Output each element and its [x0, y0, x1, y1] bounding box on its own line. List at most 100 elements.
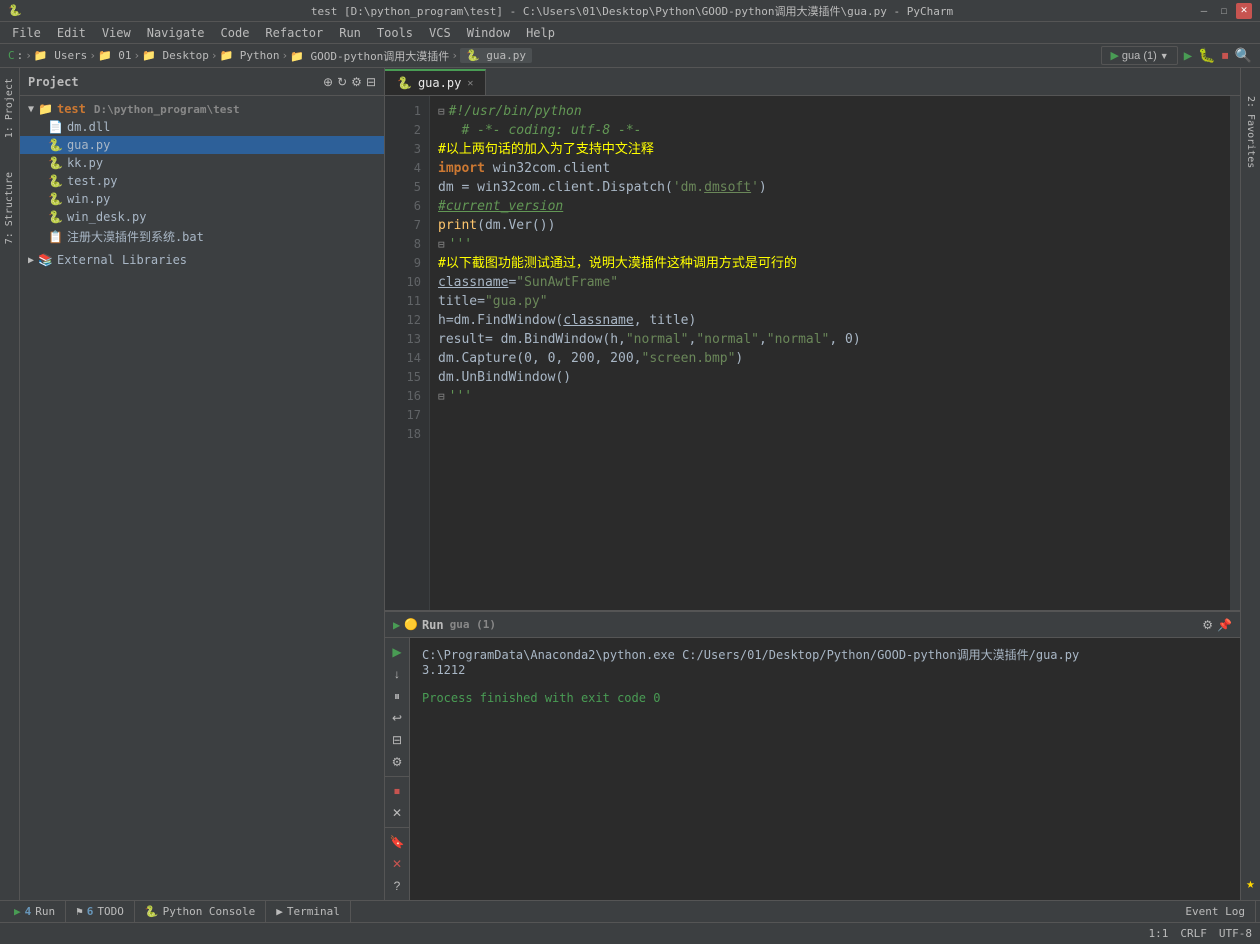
close-panel-btn[interactable]: ✕ [387, 803, 407, 823]
run-again-btn[interactable]: ▶ [387, 642, 407, 662]
code-line-9[interactable]: #以下截图功能测试通过，说明大漠插件这种调用方式是可行的 [438, 254, 1222, 273]
code-line-2[interactable]: # -*- coding: utf-8 -*- [438, 121, 1222, 140]
code-line-1[interactable]: ⊟ #!/usr/bin/python [438, 102, 1222, 121]
bottom-tab-run[interactable]: ▶ 4 Run [4, 901, 66, 923]
code-line-8[interactable]: ⊟ ''' [438, 235, 1222, 254]
code-line-4[interactable]: import win32com.client [438, 159, 1222, 178]
search-button[interactable]: 🔍 [1235, 48, 1252, 64]
close-button[interactable]: ✕ [1236, 3, 1252, 19]
menu-help[interactable]: Help [518, 24, 563, 42]
run-config-selector[interactable]: ▶ gua (1) ▼ [1101, 46, 1177, 65]
code-line-5[interactable]: dm = win32com.client.Dispatch('dm.dmsoft… [438, 178, 1222, 197]
sidebar-add-btn[interactable]: ⊕ [323, 75, 333, 89]
menu-navigate[interactable]: Navigate [139, 24, 213, 42]
sidebar-settings-btn[interactable]: ⚙ [351, 75, 362, 89]
title-icon: 🐍 [8, 4, 22, 17]
bookmark-btn[interactable]: 🔖 [387, 832, 407, 852]
code-line-15[interactable]: dm.UnBindWindow() [438, 368, 1222, 387]
code-line-13[interactable]: result = dm.BindWindow(h, "normal" , "no… [438, 330, 1222, 349]
panel-settings-btn[interactable]: ⚙ [1202, 618, 1213, 632]
line-numbers: 1 2 3 4 5 6 7 8 9 10 11 12 13 14 15 16 1… [385, 96, 430, 610]
tab-structure[interactable]: 7: Structure [1, 166, 18, 250]
code-line-12[interactable]: h =dm.FindWindow( classname , title) [438, 311, 1222, 330]
breadcrumb-01[interactable]: 📁 01 [98, 49, 132, 62]
menu-refactor[interactable]: Refactor [257, 24, 331, 42]
bottom-tab-event-log[interactable]: Event Log [1175, 901, 1256, 923]
minimize-button[interactable]: ─ [1196, 3, 1212, 19]
breadcrumb-good[interactable]: 📁 GOOD-python调用大漠插件 [290, 48, 449, 64]
bottom-tab-terminal[interactable]: ▶ Terminal [266, 901, 351, 923]
tree-external-libs[interactable]: ▶ 📚 External Libraries [20, 251, 384, 269]
status-bar-right: 1:1 CRLF UTF-8 [1149, 927, 1253, 940]
tree-item-bat[interactable]: 📋 注册大漠插件到系统.bat [20, 226, 384, 247]
menu-tools[interactable]: Tools [369, 24, 421, 42]
code-content[interactable]: ⊟ #!/usr/bin/python # -*- coding: utf-8 … [430, 96, 1230, 610]
tab-close-gua[interactable]: ✕ [467, 78, 473, 89]
window-title: test [D:\python_program\test] - C:\Users… [68, 3, 1196, 19]
bottom-tab-python-console[interactable]: 🐍 Python Console [135, 901, 266, 923]
run-button[interactable]: ▶ [1184, 48, 1192, 64]
code-editor: 1 2 3 4 5 6 7 8 9 10 11 12 13 14 15 16 1… [385, 96, 1240, 610]
code-line-17[interactable] [438, 406, 1222, 425]
editor-scrollbar[interactable] [1230, 96, 1240, 610]
breadcrumb-users[interactable]: 📁 Users [34, 49, 87, 62]
breadcrumb-c[interactable]: C: [8, 49, 23, 62]
editor-tab-gua[interactable]: 🐍 gua.py ✕ [385, 69, 486, 95]
menu-file[interactable]: File [4, 24, 49, 42]
code-line-6[interactable]: #current_version [438, 197, 1222, 216]
console-output: C:\ProgramData\Anaconda2\python.exe C:/U… [410, 638, 1240, 900]
sidebar-collapse-btn[interactable]: ⊟ [366, 75, 376, 89]
scroll-down-btn[interactable]: ↓ [387, 664, 407, 684]
code-line-10[interactable]: classname = "SunAwtFrame" [438, 273, 1222, 292]
maximize-button[interactable]: □ [1216, 3, 1232, 19]
bottom-tab-todo[interactable]: ⚑ 6 TODO [66, 901, 135, 923]
tree-item-win-desk-py[interactable]: 🐍 win_desk.py [20, 208, 384, 226]
sidebar-sync-btn[interactable]: ↻ [337, 75, 347, 89]
favorites-tab[interactable]: 2: Favorites [1243, 92, 1258, 172]
stop2-btn[interactable]: ⏹ [387, 781, 407, 801]
panel-tools: ⚙ 📌 [1202, 618, 1232, 632]
breadcrumb-bar: C: › 📁 Users › 📁 01 › 📁 Desktop › 📁 Pyth… [0, 44, 1260, 68]
error-btn[interactable]: ✕ [387, 854, 407, 874]
pause-btn[interactable]: ⏸ [387, 686, 407, 706]
tab-project[interactable]: 1: Project [1, 72, 18, 144]
debug-button[interactable]: 🐛 [1198, 48, 1215, 64]
code-line-3[interactable]: #以上两句话的加入为了支持中文注释 [438, 140, 1222, 159]
panel-pin-btn[interactable]: 📌 [1217, 618, 1232, 632]
wrap-btn[interactable]: ↩ [387, 708, 407, 728]
project-sidebar: Project ⊕ ↻ ⚙ ⊟ ▼ 📁 test D:\python_progr… [20, 68, 385, 900]
cursor-position[interactable]: 1:1 [1149, 927, 1169, 940]
code-line-14[interactable]: dm.Capture(0, 0, 200, 200, "screen.bmp" … [438, 349, 1222, 368]
code-line-11[interactable]: title = "gua.py" [438, 292, 1222, 311]
tree-item-test-py[interactable]: 🐍 test.py [20, 172, 384, 190]
main-layout: 1: Project 7: Structure Project ⊕ ↻ ⚙ ⊟ … [0, 68, 1260, 900]
menu-vcs[interactable]: VCS [421, 24, 459, 42]
file-encoding[interactable]: UTF-8 [1219, 927, 1252, 940]
stop-button[interactable]: ⏹ [1222, 48, 1229, 64]
breadcrumb-file[interactable]: 🐍 gua.py [460, 48, 532, 63]
tree-root[interactable]: ▼ 📁 test D:\python_program\test [20, 100, 384, 118]
line-separator[interactable]: CRLF [1180, 927, 1207, 940]
menu-edit[interactable]: Edit [49, 24, 94, 42]
menu-window[interactable]: Window [459, 24, 518, 42]
question-btn[interactable]: ? [387, 876, 407, 896]
fold-btn[interactable]: ⊟ [387, 730, 407, 750]
sidebar-header: Project ⊕ ↻ ⚙ ⊟ [20, 68, 384, 96]
settings2-btn[interactable]: ⚙ [387, 752, 407, 772]
tree-item-win-py[interactable]: 🐍 win.py [20, 190, 384, 208]
bottom-content: ▶ ↓ ⏸ ↩ ⊟ ⚙ ⏹ ✕ 🔖 ✕ ? C:\ProgramData\Ana… [385, 638, 1240, 900]
breadcrumb-desktop[interactable]: 📁 Desktop [142, 49, 209, 62]
title-bar: 🐍 test [D:\python_program\test] - C:\Use… [0, 0, 1260, 22]
menu-view[interactable]: View [94, 24, 139, 42]
menu-run[interactable]: Run [331, 24, 369, 42]
breadcrumb-python[interactable]: 📁 Python [219, 49, 279, 62]
code-line-18[interactable] [438, 425, 1222, 444]
menu-code[interactable]: Code [213, 24, 258, 42]
tree-item-gua-py[interactable]: 🐍 gua.py [20, 136, 384, 154]
code-line-16[interactable]: ⊟ ''' [438, 387, 1222, 406]
bottom-panel: ▶ 🟡 Run gua (1) ⚙ 📌 ▶ ↓ ⏸ ↩ ⊟ ⚙ [385, 610, 1240, 900]
favorites-star[interactable]: ★ [1246, 876, 1254, 892]
tree-item-kk-py[interactable]: 🐍 kk.py [20, 154, 384, 172]
code-line-7[interactable]: print(dm.Ver()) [438, 216, 1222, 235]
tree-item-dm-dll[interactable]: 📄 dm.dll [20, 118, 384, 136]
